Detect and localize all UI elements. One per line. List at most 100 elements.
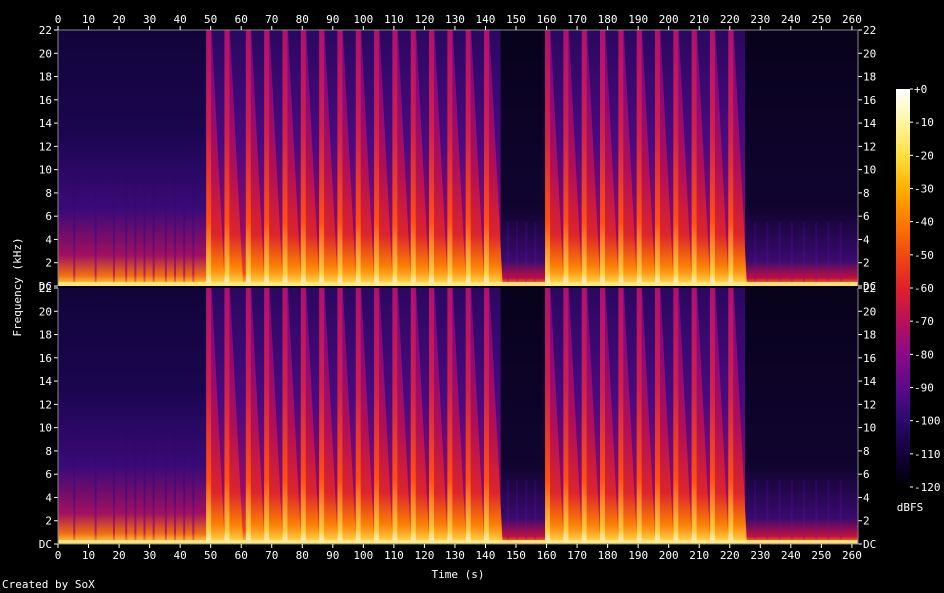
- onset-stripe: [447, 288, 453, 544]
- weak-onset: [766, 480, 769, 544]
- x-tick-label-top: 150: [506, 13, 526, 26]
- x-tick-label-top: 170: [567, 13, 587, 26]
- y-tick-label-left: 4: [45, 233, 52, 246]
- weak-onset: [134, 428, 137, 544]
- x-tick-label-top: 110: [384, 13, 404, 26]
- channel-panel-2: [58, 288, 858, 544]
- onset-stripe: [691, 288, 697, 544]
- x-tick-label-bottom: 20: [112, 549, 125, 562]
- y-tick-label-right: 18: [863, 71, 876, 84]
- y-tick-label-left: 18: [39, 329, 52, 342]
- weak-onset: [125, 170, 128, 286]
- y-tick-label-right: 6: [863, 468, 870, 481]
- x-tick-label-bottom: 70: [265, 549, 278, 562]
- weak-onset: [506, 480, 509, 544]
- y-tick-label-right: 18: [863, 329, 876, 342]
- y-tick-label-right: 8: [863, 445, 870, 458]
- y-tick-label-right: 22: [863, 282, 876, 295]
- weak-onset: [827, 222, 830, 286]
- weak-onset: [803, 222, 806, 286]
- y-tick-label-right: 4: [863, 233, 870, 246]
- onset-stripe: [410, 288, 416, 544]
- weak-onset: [815, 222, 818, 286]
- x-tick-label-bottom: 240: [781, 549, 801, 562]
- weak-onset: [94, 170, 97, 286]
- onset-stripe: [245, 30, 251, 286]
- colorbar-label: dBFS: [897, 501, 924, 514]
- y-tick-label-right: 2: [863, 515, 870, 528]
- x-tick-label-bottom: 180: [598, 549, 618, 562]
- x-tick-label-top: 0: [55, 13, 62, 26]
- x-tick-label-bottom: 30: [143, 549, 156, 562]
- x-tick-label-top: 80: [296, 13, 309, 26]
- y-tick-label-left: 22: [39, 282, 52, 295]
- onset-stripe: [355, 288, 361, 544]
- colorbar-tick-label: -40: [914, 216, 934, 229]
- onset-stripe: [563, 30, 569, 286]
- colorbar-tick-label: -50: [914, 249, 934, 262]
- weak-onset: [506, 222, 509, 286]
- x-tick-label-top: 220: [720, 13, 740, 26]
- onset-stripe: [465, 288, 471, 544]
- weak-onset: [803, 480, 806, 544]
- weak-onset: [112, 170, 115, 286]
- onset-stripe: [206, 30, 212, 286]
- y-tick-label-left: 10: [39, 164, 52, 177]
- onset-stripe: [728, 30, 734, 286]
- x-tick-label-top: 30: [143, 13, 156, 26]
- colorbar: [896, 89, 910, 487]
- spectrogram-chart: DC DC2 24 46 68 810 1012 1214 1416 1618 1820 2022 22…: [11, 13, 941, 581]
- weak-onset: [778, 222, 781, 286]
- x-tick-label-top: 130: [445, 13, 465, 26]
- weak-onset: [754, 480, 757, 544]
- weak-onset: [839, 222, 842, 286]
- weak-onset: [183, 428, 186, 544]
- onset-stripe: [245, 288, 251, 544]
- onset-stripe: [691, 30, 697, 286]
- x-tick-label-top: 120: [414, 13, 434, 26]
- x-tick-label-top: 60: [235, 13, 248, 26]
- weak-onset: [192, 170, 195, 286]
- y-tick-label-right: 16: [863, 352, 876, 365]
- onset-stripe: [206, 288, 212, 544]
- x-tick-label-top: 190: [628, 13, 648, 26]
- weak-onset: [790, 222, 793, 286]
- weak-onset: [525, 222, 528, 286]
- x-axis-label: Time (s): [432, 568, 485, 581]
- weak-onset: [192, 428, 195, 544]
- x-tick-label-bottom: 200: [659, 549, 679, 562]
- x-tick-label-bottom: 50: [204, 549, 217, 562]
- onset-stripe: [429, 288, 435, 544]
- onset-stripe: [654, 288, 660, 544]
- onset-stripe: [319, 288, 325, 544]
- y-tick-label-right: 10: [863, 422, 876, 435]
- onset-stripe: [545, 288, 551, 544]
- weak-onset: [839, 480, 842, 544]
- x-tick-label-top: 180: [598, 13, 618, 26]
- weak-onset: [174, 428, 177, 544]
- y-tick-label-right: 20: [863, 47, 876, 60]
- onset-stripe: [545, 30, 551, 286]
- y-tick-label-right: 14: [863, 375, 877, 388]
- y-tick-label-right: 12: [863, 140, 876, 153]
- y-tick-label-left: 16: [39, 352, 52, 365]
- credit-text: Created by SoX: [2, 578, 95, 591]
- x-tick-label-bottom: 220: [720, 549, 740, 562]
- y-tick-label-left: 2: [45, 515, 52, 528]
- x-tick-label-bottom: 0: [55, 549, 62, 562]
- x-tick-label-top: 160: [537, 13, 557, 26]
- y-tick-label-left: 14: [39, 375, 53, 388]
- y-tick-label-right: 6: [863, 210, 870, 223]
- y-tick-label-right: 20: [863, 305, 876, 318]
- y-tick-label-left: 4: [45, 491, 52, 504]
- onset-stripe: [581, 30, 587, 286]
- weak-onset: [516, 480, 519, 544]
- x-tick-label-bottom: 140: [476, 549, 496, 562]
- weak-onset: [73, 170, 76, 286]
- x-tick-label-bottom: 260: [842, 549, 862, 562]
- colorbar-tick-label: +0: [914, 83, 927, 96]
- y-tick-label-right: 14: [863, 117, 877, 130]
- colorbar-tick-label: -90: [914, 382, 934, 395]
- x-tick-label-bottom: 230: [750, 549, 770, 562]
- onset-stripe: [374, 288, 380, 544]
